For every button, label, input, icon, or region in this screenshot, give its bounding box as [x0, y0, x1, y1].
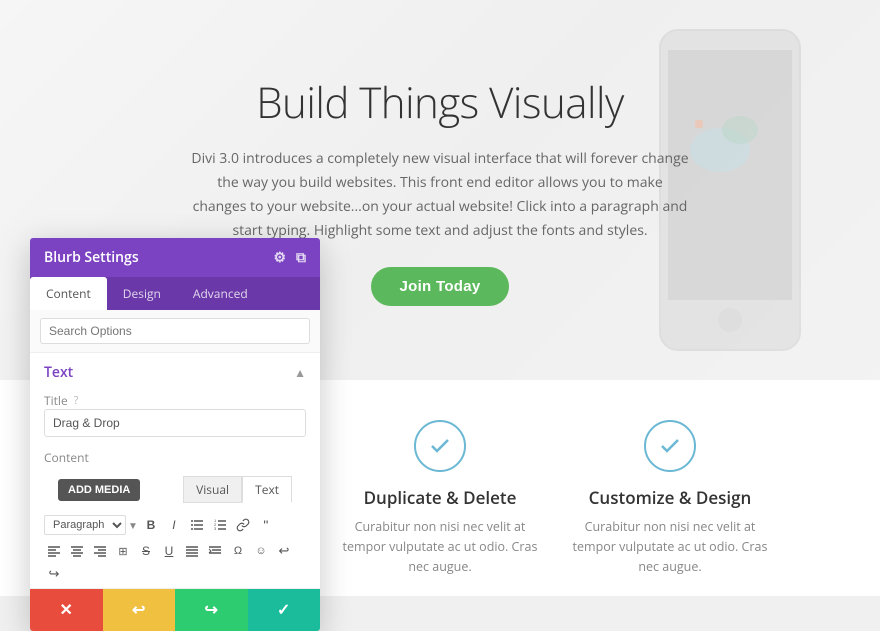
- hero-description: Divi 3.0 introduces a completely new vis…: [190, 147, 690, 242]
- feature-duplicate-title: Duplicate & Delete: [364, 486, 517, 509]
- blockquote-button[interactable]: ": [256, 515, 276, 535]
- confirm-button[interactable]: ✓: [248, 589, 321, 631]
- align-left-button[interactable]: [44, 541, 64, 561]
- table-button[interactable]: ⊞: [113, 541, 133, 561]
- blurb-settings-panel: Blurb Settings ⚙ ⧉ Content Design Advanc…: [30, 238, 320, 631]
- toolbar-row-2: ⊞ S U Ω ☺ ↩ ↪: [30, 539, 320, 589]
- bold-button[interactable]: B: [141, 515, 161, 535]
- panel-header-icons: ⚙ ⧉: [273, 248, 306, 267]
- search-input[interactable]: [40, 318, 310, 344]
- section-text-label: Text: [44, 363, 73, 382]
- hero-title: Build Things Visually: [190, 74, 690, 131]
- add-media-button[interactable]: ADD MEDIA: [58, 479, 140, 501]
- tab-design[interactable]: Design: [107, 277, 177, 310]
- align-center-button[interactable]: [67, 541, 87, 561]
- feature-customize-title: Customize & Design: [589, 486, 752, 509]
- svg-text:3: 3: [214, 526, 217, 531]
- panel-header: Blurb Settings ⚙ ⧉: [30, 238, 320, 277]
- redo-editor-button[interactable]: ↪: [44, 564, 64, 584]
- panel-footer: ✕ ↩ ↪ ✓: [30, 589, 320, 631]
- title-help-icon[interactable]: ?: [74, 393, 79, 408]
- paragraph-select[interactable]: Paragraph: [44, 515, 126, 535]
- paragraph-dropdown[interactable]: Paragraph ▼: [44, 515, 138, 535]
- justify-button[interactable]: [182, 541, 202, 561]
- panel-expand-icon[interactable]: ⧉: [296, 248, 306, 267]
- customize-design-icon-circle: [644, 420, 696, 472]
- dropdown-arrow-icon: ▼: [128, 518, 138, 532]
- title-field: Title ?: [30, 388, 320, 445]
- panel-text-section: Text ▲: [30, 353, 320, 388]
- indent-button[interactable]: [205, 541, 225, 561]
- undo-editor-button[interactable]: ↩: [274, 541, 294, 561]
- panel-search-row: [30, 310, 320, 353]
- link-button[interactable]: [233, 515, 253, 535]
- undo-button[interactable]: ↩: [103, 589, 176, 631]
- tab-content[interactable]: Content: [30, 277, 107, 310]
- feature-item-duplicate: Duplicate & Delete Curabitur non nisi ne…: [340, 410, 540, 577]
- title-field-row: Title ?: [44, 392, 306, 409]
- feature-duplicate-desc: Curabitur non nisi nec velit at tempor v…: [340, 517, 540, 577]
- panel-tabs: Content Design Advanced: [30, 277, 320, 310]
- panel-settings-icon[interactable]: ⚙: [273, 248, 286, 267]
- feature-customize-desc: Curabitur non nisi nec velit at tempor v…: [570, 517, 770, 577]
- italic-button[interactable]: I: [164, 515, 184, 535]
- panel-title: Blurb Settings: [44, 248, 139, 267]
- cancel-button[interactable]: ✕: [30, 589, 103, 631]
- align-right-button[interactable]: [90, 541, 110, 561]
- tab-text[interactable]: Text: [242, 476, 292, 503]
- join-today-button[interactable]: Join Today: [371, 267, 508, 306]
- feature-item-customize: Customize & Design Curabitur non nisi ne…: [570, 410, 770, 577]
- media-row: ADD MEDIA Visual Text: [30, 472, 320, 511]
- emoji-button[interactable]: ☺: [251, 541, 271, 561]
- visual-text-tabs: Visual Text: [183, 476, 292, 503]
- underline-button[interactable]: U: [159, 541, 179, 561]
- strikethrough-button[interactable]: S: [136, 541, 156, 561]
- tab-advanced[interactable]: Advanced: [177, 277, 264, 310]
- title-label: Title: [44, 392, 68, 409]
- title-input[interactable]: [44, 409, 306, 437]
- redo-button[interactable]: ↪: [175, 589, 248, 631]
- duplicate-delete-icon-circle: [414, 420, 466, 472]
- tab-visual[interactable]: Visual: [183, 476, 242, 503]
- section-chevron-icon[interactable]: ▲: [294, 364, 306, 381]
- unordered-list-button[interactable]: [187, 515, 207, 535]
- toolbar-row-1: Paragraph ▼ B I 123 ": [30, 511, 320, 539]
- special-char-button[interactable]: Ω: [228, 541, 248, 561]
- ordered-list-button[interactable]: 123: [210, 515, 230, 535]
- content-label: Content: [30, 445, 320, 472]
